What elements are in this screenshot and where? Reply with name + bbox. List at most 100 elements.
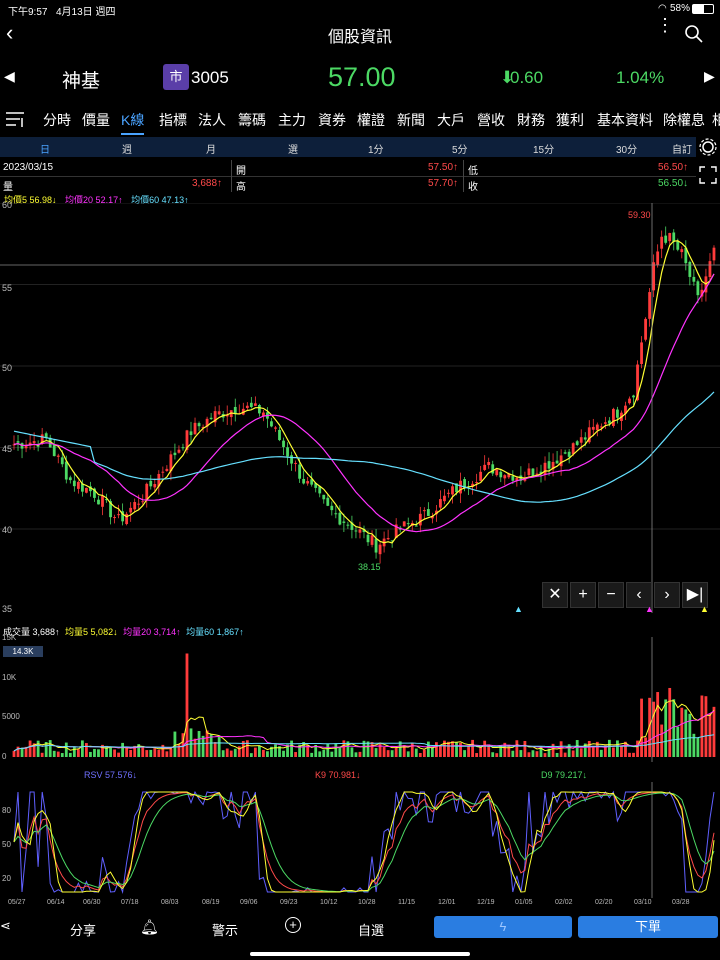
event-marker-icon[interactable]: ▲ (700, 604, 709, 614)
volume-bar (217, 735, 221, 757)
candle-body (591, 426, 595, 430)
candle-body (443, 495, 446, 502)
menu-tab-資券[interactable]: 資券 (318, 110, 346, 130)
search-icon[interactable] (684, 24, 704, 44)
order-button[interactable]: 下單 (578, 916, 718, 938)
candle-body (603, 422, 607, 424)
volume-bar (394, 747, 398, 757)
customize-button[interactable]: 自訂 (672, 141, 692, 156)
menu-tab-相[interactable]: 相 (712, 110, 720, 130)
candle-body (113, 517, 116, 519)
menu-tab-財務[interactable]: 財務 (517, 110, 545, 130)
menu-tab-獲利[interactable]: 獲利 (556, 110, 584, 130)
menu-tab-分時[interactable]: 分時 (43, 110, 71, 130)
candle-body (547, 461, 551, 469)
menu-list-icon[interactable] (6, 110, 28, 128)
volume-bar (700, 695, 704, 757)
period-month[interactable]: 月 (206, 141, 216, 156)
menu-tab-籌碼[interactable]: 籌碼 (238, 110, 266, 130)
period-select[interactable]: 選 (288, 141, 298, 156)
volume-bar (660, 724, 664, 757)
candle-body (447, 492, 450, 494)
candlestick-chart[interactable] (0, 203, 720, 613)
volume-bar (406, 751, 410, 757)
menu-tab-權證[interactable]: 權證 (357, 110, 385, 130)
menu-tab-除權息[interactable]: 除權息 (663, 110, 705, 130)
watchlist-button[interactable]: 自選 (358, 920, 384, 939)
period-week[interactable]: 週 (122, 141, 132, 156)
bell-icon[interactable]: 🔔︎ (140, 918, 159, 936)
add-icon[interactable]: + (285, 917, 301, 933)
period-15min[interactable]: 15分 (533, 141, 554, 156)
volume-bar (451, 741, 454, 757)
price-tick-50: 50 (2, 363, 13, 373)
candle-body (579, 437, 583, 443)
candle-body (414, 525, 418, 527)
candle-body (153, 484, 157, 488)
menu-tab-主力[interactable]: 主力 (278, 110, 306, 130)
alert-button[interactable]: 警示 (212, 920, 238, 939)
candle-body (459, 480, 462, 494)
candle-body (338, 512, 342, 525)
date-tick: 08/03 (161, 899, 179, 906)
volume-bar (80, 740, 84, 757)
volume-bar (64, 742, 68, 757)
close-crosshair-button[interactable]: ✕ (542, 582, 568, 608)
zoom-out-button[interactable]: − (598, 582, 624, 608)
menu-tab-k線[interactable]: K線 (121, 110, 145, 135)
ohlc-date: 2023/03/15 (3, 162, 54, 173)
period-5min[interactable]: 5分 (452, 141, 468, 156)
share-button[interactable]: 分享 (70, 920, 96, 939)
stock-name: 神基 (62, 71, 101, 92)
event-marker-icon[interactable]: ▲ (514, 604, 523, 614)
high-price-annotation: 59.30 (628, 210, 651, 220)
period-day[interactable]: 日 (40, 141, 50, 156)
menu-tab-法人[interactable]: 法人 (198, 110, 226, 130)
volume-bar (157, 749, 161, 757)
candle-body (64, 461, 68, 480)
volume-bar (632, 752, 635, 757)
volume-bar (422, 749, 426, 757)
period-30min[interactable]: 30分 (616, 141, 637, 156)
period-1min[interactable]: 1分 (368, 141, 384, 156)
more-icon[interactable]: ⋮ (656, 16, 674, 34)
candle-body (16, 441, 20, 443)
prev-stock-icon[interactable]: ◀ (4, 68, 15, 85)
volume-bar (93, 748, 96, 757)
scroll-right-button[interactable]: › (654, 582, 680, 608)
open-label: 開 (236, 166, 246, 177)
volume-chart[interactable] (0, 637, 720, 762)
volume-bar (559, 741, 563, 757)
candle-body (342, 521, 346, 523)
next-stock-icon[interactable]: ▶ (704, 68, 715, 85)
menu-tab-大戶[interactable]: 大戶 (437, 110, 465, 130)
zoom-in-button[interactable]: + (570, 582, 596, 608)
fullscreen-icon[interactable] (699, 166, 717, 184)
volume-badge: 14.3K (3, 646, 43, 657)
date-tick: 05/27 (8, 899, 26, 906)
menu-tab-指標[interactable]: 指標 (159, 110, 187, 130)
share-icon[interactable]: ⋖ (0, 918, 11, 934)
menu-tab-新聞[interactable]: 新聞 (397, 110, 425, 130)
event-marker-icon[interactable]: ▲ (645, 604, 654, 614)
wifi-icon: ◠ (658, 3, 667, 14)
kd-indicator-chart[interactable] (0, 782, 720, 898)
volume-bar (89, 751, 92, 757)
quick-order-button[interactable]: ϟ (434, 916, 572, 938)
volume-bar (599, 749, 603, 757)
volume-bar (97, 749, 100, 757)
date-tick: 10/28 (358, 899, 376, 906)
candle-body (24, 446, 28, 449)
menu-tab-基本資料[interactable]: 基本資料 (597, 110, 653, 130)
settings-gear-icon[interactable] (698, 137, 718, 157)
volume-bar (410, 743, 414, 757)
menu-tab-營收[interactable]: 營收 (477, 110, 505, 130)
volume-bar (113, 749, 116, 757)
candle-body (378, 544, 382, 555)
candle-body (439, 499, 442, 508)
volume-bar (435, 742, 438, 757)
date-tick: 01/05 (515, 899, 533, 906)
volume-bar (173, 731, 177, 757)
candle-body (56, 455, 60, 457)
menu-tab-價量[interactable]: 價量 (82, 110, 110, 130)
